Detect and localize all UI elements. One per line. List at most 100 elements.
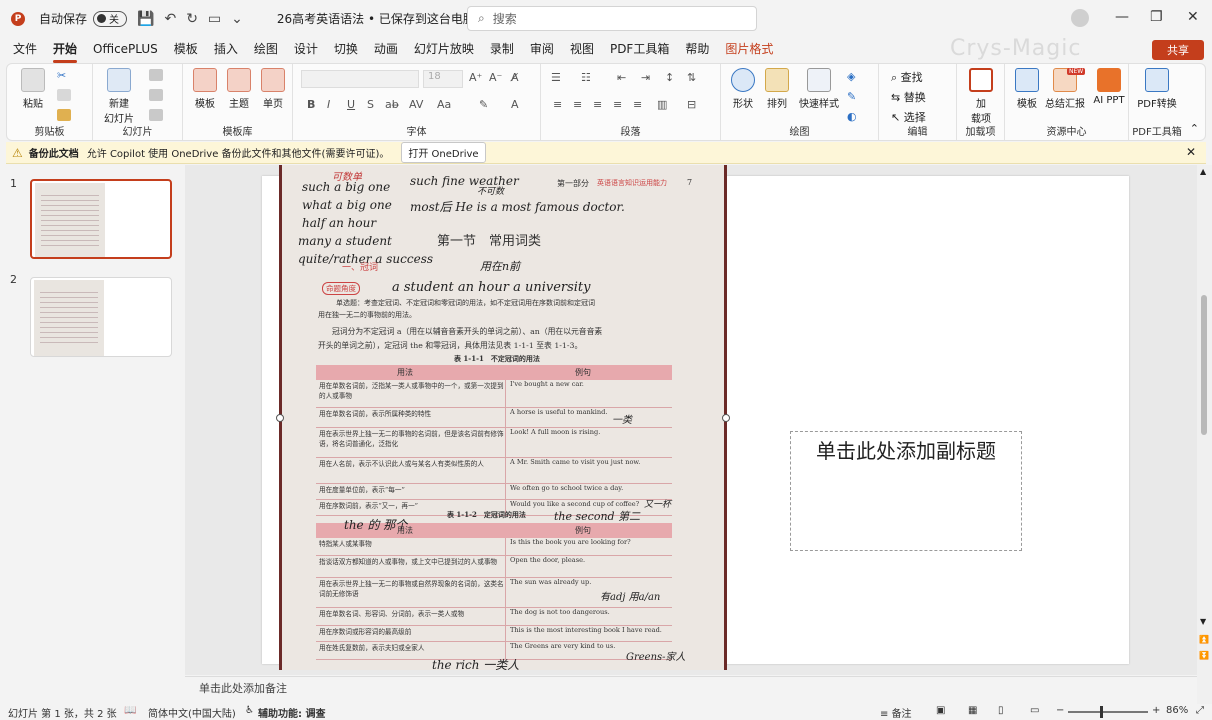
next-slide-icon[interactable]: ⏬ bbox=[1199, 651, 1209, 660]
minimize-button[interactable]: — bbox=[1115, 9, 1129, 25]
tab-4[interactable]: 插入 bbox=[214, 40, 238, 59]
slideshow-icon[interactable]: ▭ bbox=[1030, 705, 1039, 716]
font-size-select[interactable]: 18 bbox=[423, 70, 463, 88]
strikethrough-icon[interactable]: ab̶ bbox=[385, 98, 399, 111]
increase-indent-icon[interactable]: ⇥ bbox=[641, 71, 650, 84]
zoom-out-icon[interactable]: − bbox=[1056, 705, 1064, 716]
shrink-font-icon[interactable]: A⁻ bbox=[489, 71, 502, 84]
font-family-select[interactable] bbox=[301, 70, 419, 88]
quick-style-button[interactable]: 快速样式 bbox=[795, 68, 843, 110]
single-page-button[interactable]: 单页 bbox=[253, 68, 293, 110]
tab-2[interactable]: OfficePLUS bbox=[93, 42, 158, 58]
shadow-button[interactable]: S bbox=[367, 98, 374, 111]
tab-5[interactable]: 绘图 bbox=[254, 40, 278, 59]
language-status[interactable]: 简体中文(中国大陆) bbox=[148, 705, 236, 720]
resize-handle-left[interactable] bbox=[276, 414, 284, 422]
slide-thumbnail-1[interactable] bbox=[30, 179, 172, 259]
reading-view-icon[interactable]: ▯ bbox=[998, 705, 1004, 716]
tab-10[interactable]: 录制 bbox=[490, 40, 514, 59]
decrease-indent-icon[interactable]: ⇤ bbox=[617, 71, 626, 84]
close-notification-icon[interactable]: ✕ bbox=[1186, 145, 1196, 159]
accessibility-icon[interactable]: ♿ bbox=[245, 705, 254, 716]
slide-sorter-icon[interactable]: ▦ bbox=[968, 705, 977, 716]
scrollbar-thumb[interactable] bbox=[1201, 295, 1207, 435]
vertical-scrollbar[interactable]: ▲ ▼ ⏫ ⏬ bbox=[1197, 165, 1212, 705]
change-case-icon[interactable]: Aa bbox=[437, 98, 451, 111]
accessibility-status[interactable]: 辅助功能: 调查 bbox=[258, 705, 325, 720]
new-slide-button[interactable]: 新建 幻灯片 bbox=[99, 68, 139, 125]
spellcheck-icon[interactable]: 📖 bbox=[124, 705, 136, 716]
normal-view-icon[interactable]: ▣ bbox=[936, 705, 945, 716]
textbook-photo[interactable]: 第一部分 英语语言知识运用能力 7 第一节 常用词类 一、冠词 命题角度 单选题… bbox=[279, 165, 727, 670]
fit-to-window-icon[interactable]: ⤢ bbox=[1196, 705, 1204, 716]
prev-slide-icon[interactable]: ⏫ bbox=[1199, 635, 1209, 644]
section-icon[interactable] bbox=[149, 109, 163, 121]
cut-icon[interactable]: ✂ bbox=[57, 69, 71, 82]
find-button[interactable]: ⌕ 查找 bbox=[891, 69, 923, 85]
pdf-convert-button[interactable]: PDF转换 bbox=[1133, 68, 1181, 110]
restore-button[interactable]: ❐ bbox=[1150, 9, 1163, 25]
addins-button[interactable]: 加 载项 bbox=[961, 68, 1001, 125]
arrange-button[interactable]: 排列 bbox=[757, 68, 797, 110]
justify-icon[interactable]: ≡ bbox=[613, 98, 622, 111]
customize-icon[interactable]: ⌄ bbox=[231, 11, 243, 27]
slide-thumbnail-2[interactable] bbox=[30, 277, 172, 357]
tab-11[interactable]: 审阅 bbox=[530, 40, 554, 59]
search-input[interactable]: ⌕ 搜索 bbox=[467, 6, 757, 31]
italic-button[interactable]: I bbox=[327, 98, 330, 111]
line-spacing-icon[interactable]: ↕ bbox=[665, 71, 674, 84]
reset-icon[interactable] bbox=[149, 89, 163, 101]
resize-handle-right[interactable] bbox=[722, 414, 730, 422]
align-text-icon[interactable]: ⊟ bbox=[687, 98, 696, 111]
save-icon[interactable]: 💾 bbox=[137, 11, 154, 27]
tab-15[interactable]: 图片格式 bbox=[725, 40, 773, 59]
slide-canvas[interactable]: 第一部分 英语语言知识运用能力 7 第一节 常用词类 一、冠词 命题角度 单选题… bbox=[262, 165, 1129, 670]
autosave-toggle[interactable]: 关 bbox=[93, 10, 128, 27]
tab-13[interactable]: PDF工具箱 bbox=[610, 40, 669, 59]
undo-icon[interactable]: ↶ bbox=[164, 11, 176, 27]
highlight-icon[interactable]: ✎ bbox=[479, 98, 488, 111]
scroll-down-icon[interactable]: ▼ bbox=[1200, 617, 1206, 626]
notes-pane[interactable]: 单击此处添加备注 bbox=[185, 676, 1197, 698]
account-avatar[interactable] bbox=[1071, 9, 1089, 27]
tab-12[interactable]: 视图 bbox=[570, 40, 594, 59]
effects-icon[interactable]: ◐ bbox=[847, 110, 857, 123]
layout-icon[interactable] bbox=[149, 69, 163, 81]
align-right-icon[interactable]: ≡ bbox=[593, 98, 602, 111]
collapse-ribbon-icon[interactable]: ⌃ bbox=[1190, 122, 1199, 135]
close-button[interactable]: ✕ bbox=[1187, 9, 1199, 25]
grow-font-icon[interactable]: A⁺ bbox=[469, 71, 482, 84]
tab-8[interactable]: 动画 bbox=[374, 40, 398, 59]
columns-icon[interactable]: ▥ bbox=[657, 98, 667, 111]
tab-1[interactable]: 开始 bbox=[53, 40, 78, 63]
zoom-level[interactable]: 86% bbox=[1166, 705, 1188, 716]
share-button[interactable]: 共享 bbox=[1152, 40, 1204, 60]
scroll-up-icon[interactable]: ▲ bbox=[1200, 167, 1206, 176]
clear-format-icon[interactable]: A̸ bbox=[511, 71, 519, 84]
underline-button[interactable]: U bbox=[347, 98, 355, 111]
open-onedrive-button[interactable]: 打开 OneDrive bbox=[401, 142, 486, 163]
copy-icon[interactable] bbox=[57, 89, 71, 101]
fill-icon[interactable]: ◈ bbox=[847, 70, 855, 83]
bold-button[interactable]: B bbox=[307, 98, 315, 111]
present-icon[interactable]: ▭ bbox=[208, 11, 221, 27]
distribute-icon[interactable]: ≡ bbox=[633, 98, 642, 111]
zoom-slider-knob[interactable] bbox=[1100, 706, 1103, 718]
format-painter-icon[interactable] bbox=[57, 109, 71, 121]
resource-template-button[interactable]: 模板 bbox=[1007, 68, 1047, 110]
numbering-icon[interactable]: ☷ bbox=[581, 71, 591, 84]
char-spacing-icon[interactable]: AV bbox=[409, 98, 423, 111]
bullets-icon[interactable]: ☰ bbox=[551, 71, 561, 84]
tab-14[interactable]: 帮助 bbox=[685, 40, 709, 59]
text-direction-icon[interactable]: ⇅ bbox=[687, 71, 696, 84]
tab-0[interactable]: 文件 bbox=[13, 40, 37, 59]
subtitle-placeholder[interactable]: 单击此处添加副标题 bbox=[790, 431, 1022, 551]
zoom-in-icon[interactable]: + bbox=[1152, 705, 1160, 716]
replace-button[interactable]: ⇆ 替换 bbox=[891, 89, 926, 105]
tab-3[interactable]: 模板 bbox=[174, 40, 198, 59]
align-left-icon[interactable]: ≡ bbox=[553, 98, 562, 111]
paste-button[interactable]: 粘贴 bbox=[13, 68, 53, 110]
tab-7[interactable]: 切换 bbox=[334, 40, 358, 59]
ai-ppt-button[interactable]: AI PPT bbox=[1089, 68, 1129, 106]
redo-icon[interactable]: ↻ bbox=[186, 11, 198, 27]
